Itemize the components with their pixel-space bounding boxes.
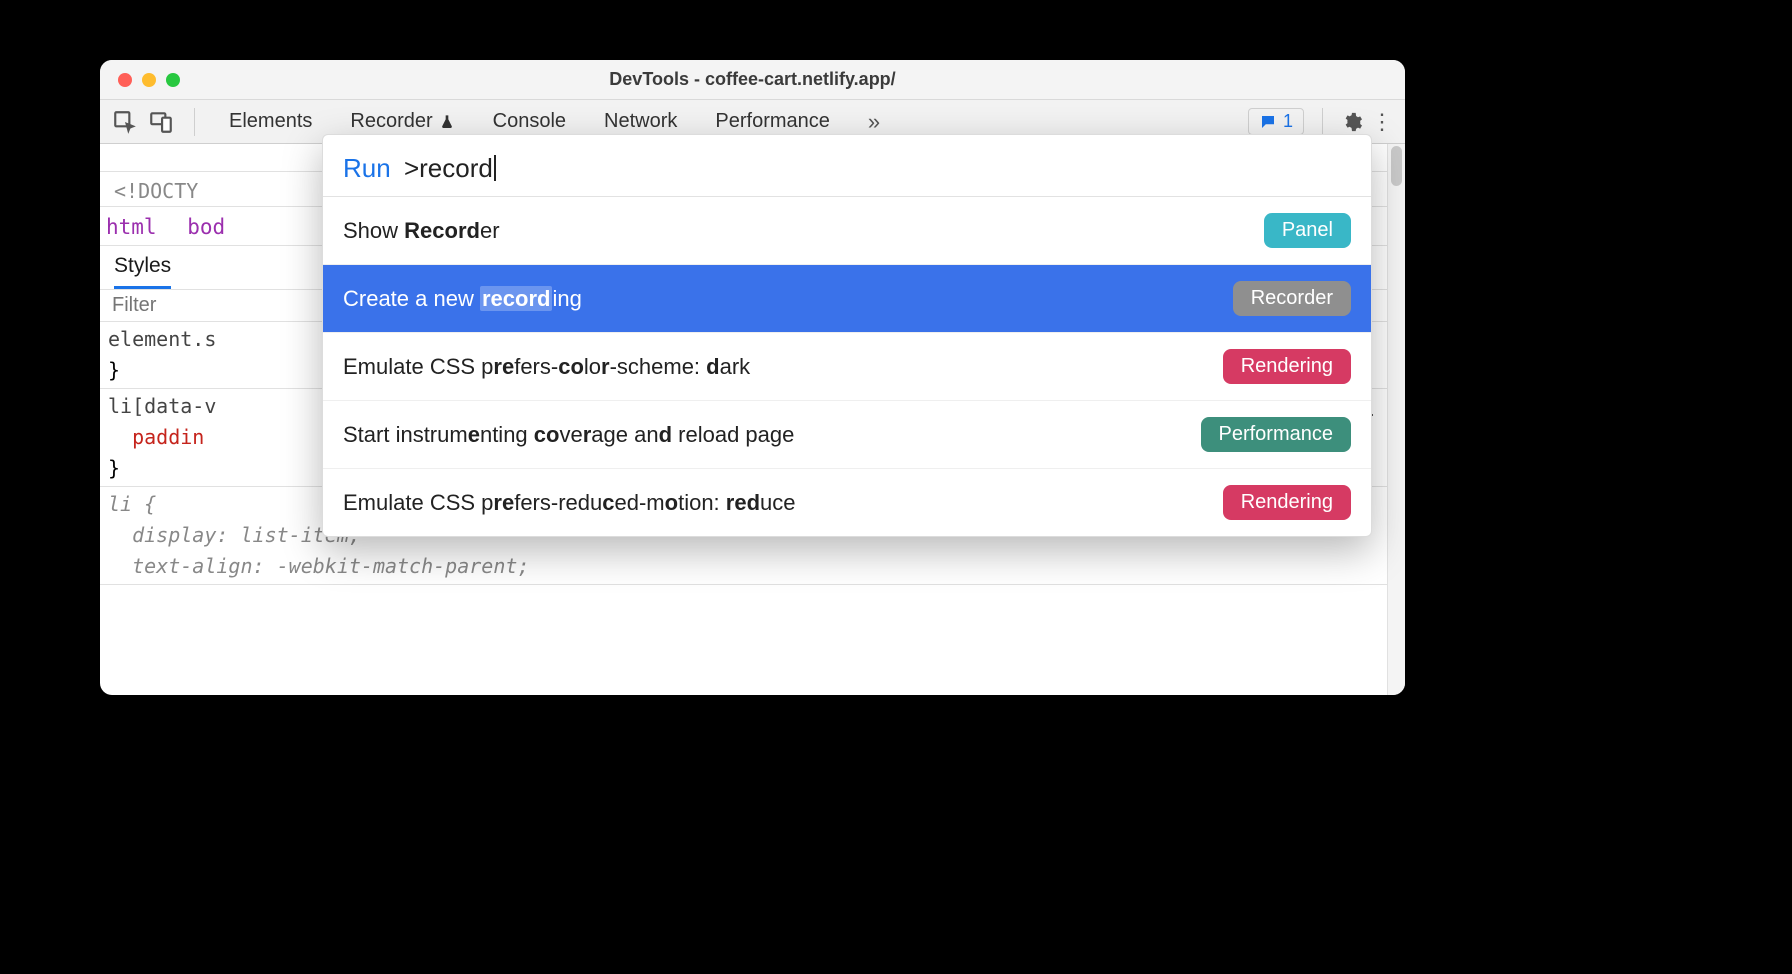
command-item[interactable]: Start instrumenting coverage and reload … bbox=[323, 401, 1371, 469]
crumb-html[interactable]: html bbox=[106, 215, 157, 239]
command-menu: Run >record Show Recorder Panel Create a n… bbox=[322, 134, 1372, 537]
chat-icon bbox=[1259, 113, 1277, 131]
flask-icon bbox=[439, 114, 455, 130]
tabs-overflow[interactable]: » bbox=[868, 109, 880, 135]
inspect-icon[interactable] bbox=[112, 109, 138, 135]
titlebar: DevTools - coffee-cart.netlify.app/ bbox=[100, 60, 1405, 100]
command-item[interactable]: Emulate CSS prefers-color-scheme: dark Re… bbox=[323, 333, 1371, 401]
command-items: Show Recorder Panel Create a new recording… bbox=[323, 197, 1371, 536]
run-label: Run bbox=[343, 153, 391, 183]
rule-selector: element.s bbox=[108, 327, 216, 351]
device-toggle-icon[interactable] bbox=[148, 109, 174, 135]
command-menu-search[interactable]: Run >record bbox=[323, 135, 1371, 197]
zoom-window-button[interactable] bbox=[166, 73, 180, 87]
rule-selector: li[data-v bbox=[108, 394, 216, 418]
issues-chip[interactable]: 1 bbox=[1248, 108, 1304, 135]
window-title: DevTools - coffee-cart.netlify.app/ bbox=[100, 69, 1405, 90]
crumb-body[interactable]: bod bbox=[187, 215, 225, 239]
tab-console[interactable]: Console bbox=[493, 110, 566, 133]
close-window-button[interactable] bbox=[118, 73, 132, 87]
toolbar-right: 1 ⋮ bbox=[1248, 108, 1393, 136]
panel-tabs: Elements Recorder Console Network Perfor… bbox=[215, 109, 1238, 135]
more-menu-button[interactable]: ⋮ bbox=[1371, 111, 1393, 133]
command-item-pill: Rendering bbox=[1223, 349, 1351, 384]
brace: } bbox=[108, 456, 120, 480]
command-item-label: Start instrumenting coverage and reload … bbox=[343, 422, 794, 448]
divider bbox=[194, 108, 195, 136]
settings-button[interactable] bbox=[1341, 111, 1363, 133]
command-item-pill: Panel bbox=[1264, 213, 1351, 248]
command-item[interactable]: Show Recorder Panel bbox=[323, 197, 1371, 265]
tab-recorder[interactable]: Recorder bbox=[350, 110, 454, 133]
traffic-lights bbox=[100, 73, 180, 87]
scrollbar[interactable] bbox=[1387, 144, 1405, 695]
command-item-pill: Performance bbox=[1201, 417, 1352, 452]
command-item[interactable]: Emulate CSS prefers-reduced-motion: redu… bbox=[323, 469, 1371, 536]
tab-recorder-label: Recorder bbox=[350, 110, 432, 133]
rule-selector: li { bbox=[108, 492, 156, 516]
brace: } bbox=[108, 358, 120, 382]
command-item-label: Show Recorder bbox=[343, 218, 500, 244]
command-item-label: Create a new recording bbox=[343, 286, 582, 312]
command-item-label: Emulate CSS prefers-color-scheme: dark bbox=[343, 354, 750, 380]
divider bbox=[1322, 108, 1323, 136]
scrollbar-thumb[interactable] bbox=[1391, 146, 1402, 186]
subtab-styles[interactable]: Styles bbox=[114, 254, 171, 289]
issues-count: 1 bbox=[1283, 111, 1293, 132]
command-item-pill: Rendering bbox=[1223, 485, 1351, 520]
devtools-window: DevTools - coffee-cart.netlify.app/ Elem… bbox=[100, 60, 1405, 695]
command-item-pill: Recorder bbox=[1233, 281, 1351, 316]
text-caret bbox=[494, 155, 496, 181]
tab-network[interactable]: Network bbox=[604, 110, 677, 133]
minimize-window-button[interactable] bbox=[142, 73, 156, 87]
command-query: >record bbox=[404, 153, 493, 183]
rule-prop: display bbox=[132, 523, 216, 547]
tab-elements[interactable]: Elements bbox=[229, 110, 312, 133]
rule-prop: text-align bbox=[132, 554, 252, 578]
rule-prop: paddin bbox=[132, 425, 204, 449]
tab-performance[interactable]: Performance bbox=[715, 110, 830, 133]
rule-val: -webkit-match-parent bbox=[277, 554, 518, 578]
command-item[interactable]: Create a new recording Recorder bbox=[323, 265, 1371, 333]
command-item-label: Emulate CSS prefers-reduced-motion: redu… bbox=[343, 490, 796, 516]
